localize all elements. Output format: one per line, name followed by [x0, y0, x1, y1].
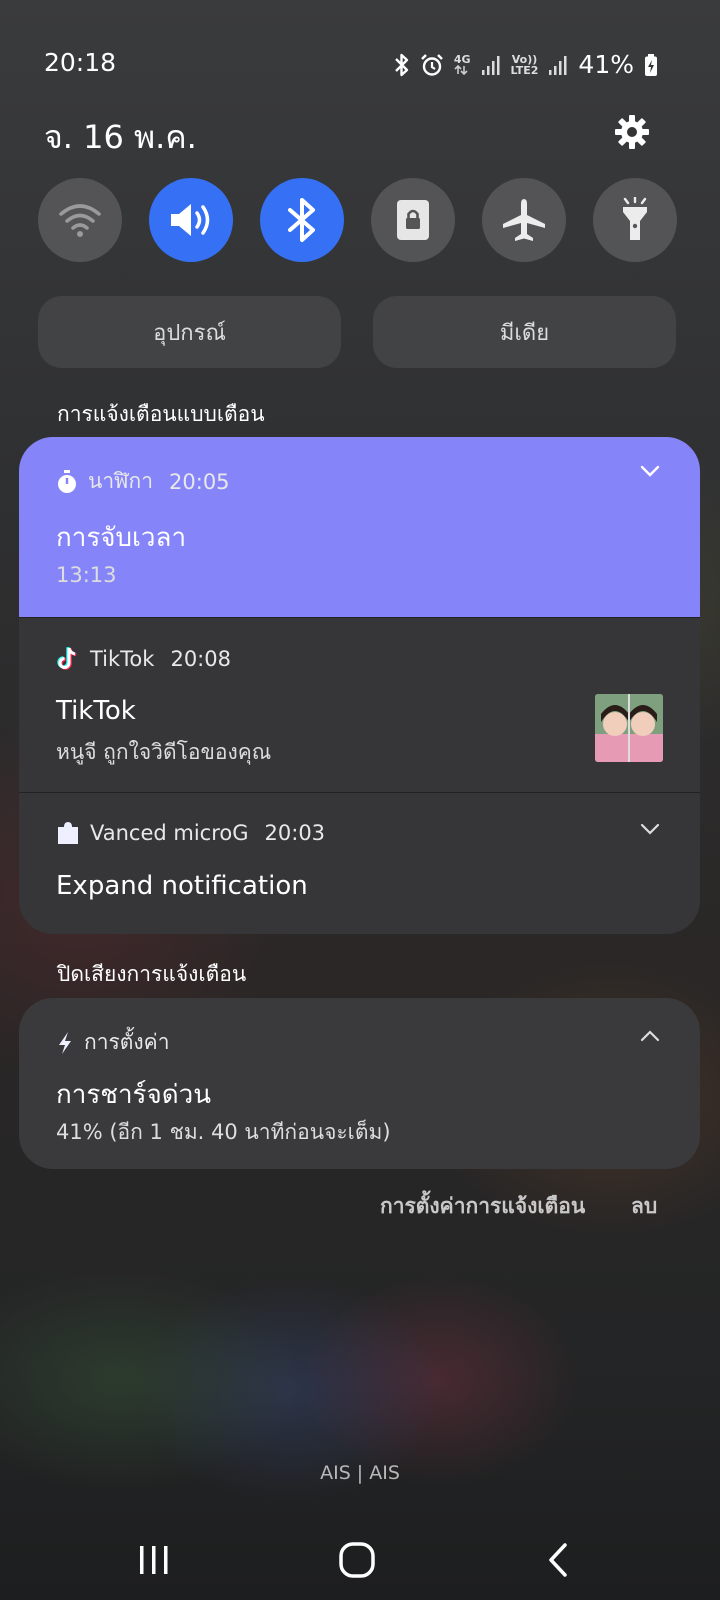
date-text: จ. 16 พ.ค. — [44, 118, 197, 156]
bluetooth-toggle[interactable] — [260, 178, 344, 262]
notification-thumbnail — [595, 694, 663, 762]
notification-vanced-microg[interactable]: Vanced microG 20:03 Expand notification — [19, 792, 700, 934]
wifi-icon — [59, 204, 101, 237]
clear-all-button[interactable]: ลบ — [631, 1190, 657, 1223]
notification-header: นาฬิกา 20:05 — [56, 465, 230, 498]
airplane-toggle[interactable] — [482, 178, 566, 262]
network-type-1: 4G — [454, 54, 471, 75]
notification-title: Expand notification — [56, 871, 308, 901]
network-type-2: Vo)) LTE2 — [510, 52, 539, 77]
notification-title: การจับเวลา — [56, 523, 187, 553]
back-icon — [549, 1543, 567, 1577]
battery-percent: 41% — [578, 50, 634, 79]
notification-settings-charging[interactable]: การตั้งค่า การชาร์จด่วน 41% (อีก 1 ชม. 4… — [19, 998, 700, 1169]
chevron-down-icon[interactable] — [638, 459, 662, 483]
puzzle-icon — [58, 822, 78, 844]
back-button[interactable] — [528, 1530, 588, 1590]
app-name: Vanced microG — [90, 821, 249, 845]
app-name: นาฬิกา — [88, 469, 154, 493]
devices-button[interactable]: อุปกรณ์ — [38, 296, 341, 368]
app-name: TikTok — [90, 647, 155, 671]
rotation-lock-toggle[interactable] — [371, 178, 455, 262]
home-icon — [339, 1542, 375, 1578]
recent-apps-button[interactable] — [124, 1530, 184, 1590]
battery-charging-icon — [645, 53, 657, 76]
bluetooth-icon — [288, 198, 315, 242]
silent-section-label: ปิดเสียงการแจ้งเตือน — [57, 962, 247, 986]
notification-time: 20:05 — [169, 469, 230, 494]
notification-text: หนูจี ถูกใจวิดีโอของคุณ — [56, 740, 272, 764]
notification-time: 20:03 — [264, 821, 326, 845]
notification-settings-button[interactable]: การตั้งค่าการแจ้งเตือน — [380, 1190, 585, 1223]
carrier-label: AIS | AIS — [320, 1462, 400, 1484]
alert-notification-group: นาฬิกา 20:05 การจับเวลา 13:13 TikTok 20:… — [19, 437, 700, 934]
notification-time: 20:08 — [170, 647, 231, 671]
wifi-toggle[interactable] — [38, 178, 122, 262]
lightning-icon — [59, 1031, 71, 1054]
signal-icon — [481, 55, 500, 75]
airplane-icon — [503, 199, 545, 241]
tiktok-icon — [57, 646, 77, 670]
data-arrows-icon — [454, 65, 468, 75]
signal-icon — [549, 55, 567, 75]
chevron-down-icon[interactable] — [638, 817, 662, 841]
lock-rotation-icon — [397, 200, 429, 240]
notification-clock[interactable]: นาฬิกา 20:05 การจับเวลา 13:13 — [19, 437, 700, 617]
bluetooth-icon — [395, 53, 409, 76]
settings-button[interactable] — [612, 112, 652, 152]
chevron-up-icon[interactable] — [638, 1024, 662, 1048]
recent-apps-icon — [140, 1546, 168, 1574]
flashlight-toggle[interactable] — [593, 178, 677, 262]
notification-header: การตั้งค่า — [56, 1026, 170, 1059]
flashlight-icon — [623, 197, 647, 240]
gear-icon — [615, 115, 649, 149]
sound-toggle[interactable] — [149, 178, 233, 262]
notification-text: 41% (อีก 1 ชม. 40 นาทีก่อนจะเต็ม) — [56, 1120, 391, 1144]
status-time: 20:18 — [44, 48, 117, 77]
stopwatch-icon — [58, 469, 76, 493]
notification-tiktok[interactable]: TikTok 20:08 TikTok หนูจี ถูกใจวิดีโอของ… — [19, 617, 700, 793]
notification-title: การชาร์จด่วน — [56, 1080, 212, 1110]
notification-title: TikTok — [56, 696, 136, 726]
notification-text: 13:13 — [56, 563, 117, 587]
alert-section-label: การแจ้งเตือนแบบเตือน — [57, 402, 265, 426]
app-name: การตั้งค่า — [84, 1030, 170, 1054]
notification-header: TikTok 20:08 — [56, 646, 231, 672]
alarm-icon — [421, 53, 443, 76]
volume-icon — [171, 204, 210, 236]
home-button[interactable] — [327, 1530, 387, 1590]
notification-header: Vanced microG 20:03 — [56, 821, 325, 845]
status-icons: 4G Vo)) LTE2 41% — [394, 50, 658, 79]
media-button[interactable]: มีเดีย — [373, 296, 676, 368]
